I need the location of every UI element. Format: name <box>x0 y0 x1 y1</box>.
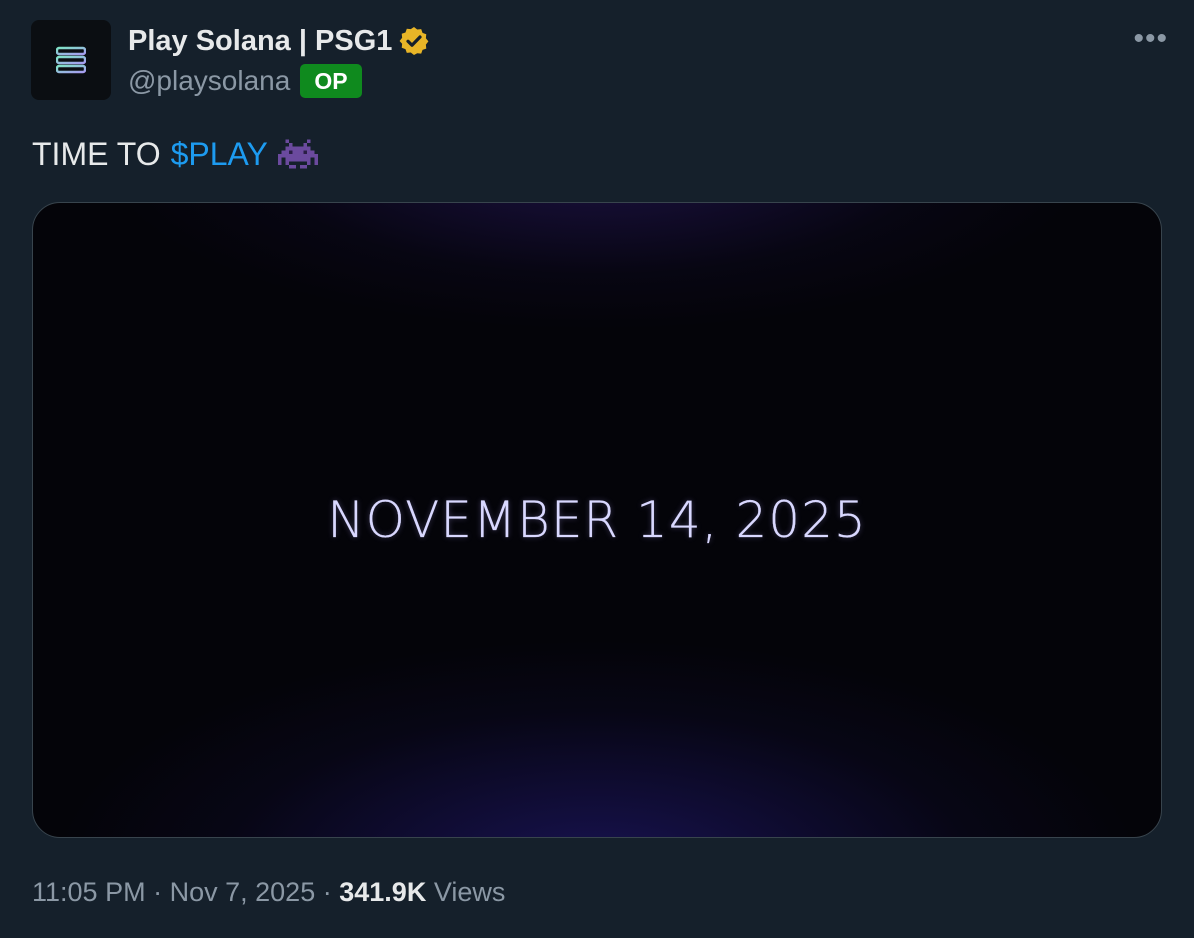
tweet-media[interactable]: NOVEMBER 14, 2025 <box>32 202 1162 838</box>
author-name-row[interactable]: Play Solana | PSG1 <box>128 24 430 58</box>
op-badge: OP <box>300 64 362 98</box>
meta-separator: · <box>153 877 163 907</box>
avatar[interactable] <box>31 20 111 100</box>
tweet-text-main: TIME TO <box>32 136 161 172</box>
author-display-name[interactable]: Play Solana | PSG1 <box>128 24 392 58</box>
views-label: Views <box>433 877 506 907</box>
gold-verified-badge-icon[interactable] <box>398 25 430 57</box>
author-handle[interactable]: @playsolana <box>128 64 290 98</box>
meta-separator: · <box>322 877 332 907</box>
tweet-meta: 11:05 PM · Nov 7, 2025 · 341.9K Views <box>32 872 505 912</box>
media-date-text: NOVEMBER 14, 2025 <box>327 491 867 549</box>
tweet-date[interactable]: Nov 7, 2025 <box>170 877 316 907</box>
tweet-card: Play Solana | PSG1 @playsolana OP ••• TI… <box>0 0 1194 938</box>
tweet-time[interactable]: 11:05 PM <box>32 877 146 907</box>
tweet-text: TIME TO $PLAY <box>32 134 318 174</box>
views-count: 341.9K <box>339 877 427 907</box>
more-options-icon[interactable]: ••• <box>1133 24 1168 54</box>
alien-monster-emoji-icon <box>277 139 318 169</box>
cashtag-link[interactable]: $PLAY <box>171 134 268 174</box>
author-handle-row: @playsolana OP <box>128 64 362 98</box>
solana-logo-icon <box>56 46 86 74</box>
